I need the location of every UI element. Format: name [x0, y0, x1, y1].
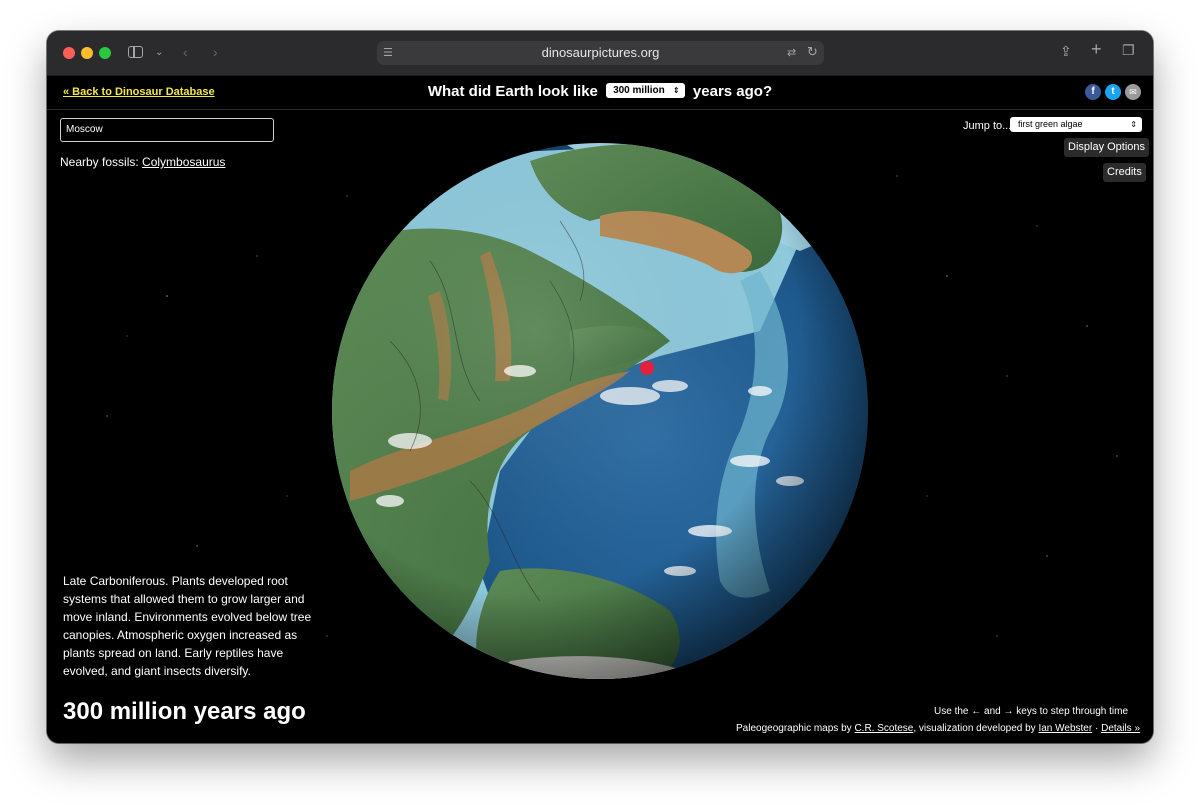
- browser-toolbar: ⌄ ‹ › ☰ dinosaurpictures.org ⇄ ↻ ⇪ + ❐: [47, 31, 1153, 76]
- sidebar-toggle-icon[interactable]: [128, 46, 143, 58]
- page-title: What did Earth look like 300 million ⇕ y…: [47, 83, 1153, 100]
- url-text[interactable]: dinosaurpictures.org: [377, 41, 824, 65]
- page-content: « Back to Dinosaur Database What did Ear…: [47, 76, 1153, 743]
- jump-to-label: Jump to...: [963, 120, 1012, 132]
- tab-overview-icon[interactable]: ❐: [1122, 43, 1135, 57]
- new-tab-icon[interactable]: +: [1091, 40, 1102, 58]
- jump-to-select[interactable]: first green algae ⇕: [1010, 117, 1142, 132]
- location-marker: [640, 361, 654, 375]
- nearby-fossils: Nearby fossils: Colymbosaurus: [60, 155, 225, 169]
- nearby-label: Nearby fossils:: [60, 155, 139, 169]
- select-arrows-icon: ⇕: [673, 86, 680, 96]
- email-share-icon[interactable]: ✉: [1125, 84, 1141, 100]
- address-bar[interactable]: ☰ dinosaurpictures.org ⇄ ↻: [377, 41, 824, 65]
- nearby-fossil-link[interactable]: Colymbosaurus: [142, 155, 225, 169]
- age-title: 300 million years ago: [63, 698, 306, 725]
- webster-link[interactable]: Ian Webster: [1038, 723, 1092, 734]
- credits-button[interactable]: Credits: [1103, 163, 1146, 182]
- forward-arrow-icon[interactable]: ›: [213, 45, 218, 59]
- twitter-share-icon[interactable]: t: [1105, 84, 1121, 100]
- time-select[interactable]: 300 million ⇕: [606, 83, 685, 99]
- close-window-button[interactable]: [63, 47, 75, 59]
- paleo-globe[interactable]: [330, 141, 870, 681]
- footer-credits: Paleogeographic maps by C.R. Scotese, vi…: [736, 723, 1140, 734]
- jump-select-value: first green algae: [1018, 119, 1083, 129]
- question-prefix: What did Earth look like: [427, 83, 598, 100]
- chevron-down-icon[interactable]: ⌄: [155, 46, 163, 60]
- scotese-link[interactable]: C.R. Scotese: [854, 723, 913, 734]
- details-link[interactable]: Details »: [1101, 723, 1140, 734]
- location-search-input[interactable]: Moscow: [60, 118, 274, 142]
- back-arrow-icon[interactable]: ‹: [183, 45, 188, 59]
- select-arrows-icon: ⇕: [1130, 120, 1137, 129]
- question-suffix: years ago?: [692, 83, 773, 100]
- share-icon[interactable]: ⇪: [1060, 44, 1072, 58]
- display-options-button[interactable]: Display Options: [1064, 138, 1150, 157]
- minimize-window-button[interactable]: [81, 47, 93, 59]
- facebook-share-icon[interactable]: f: [1085, 84, 1101, 100]
- period-description: Late Carboniferous. Plants developed roo…: [63, 574, 312, 678]
- credits-mid: , visualization developed by: [913, 723, 1036, 734]
- reload-icon[interactable]: ↻: [807, 45, 818, 59]
- credits-prefix: Paleogeographic maps by: [736, 723, 852, 734]
- credits-separator: ·: [1094, 723, 1099, 734]
- maximize-window-button[interactable]: [99, 47, 111, 59]
- header-divider: [47, 109, 1153, 110]
- browser-window: ⌄ ‹ › ☰ dinosaurpictures.org ⇄ ↻ ⇪ + ❐ «…: [47, 31, 1153, 743]
- translate-icon[interactable]: ⇄: [787, 46, 796, 60]
- time-select-value: 300 million: [613, 85, 665, 97]
- keyboard-hint: Use the ← and → keys to step through tim…: [934, 706, 1128, 717]
